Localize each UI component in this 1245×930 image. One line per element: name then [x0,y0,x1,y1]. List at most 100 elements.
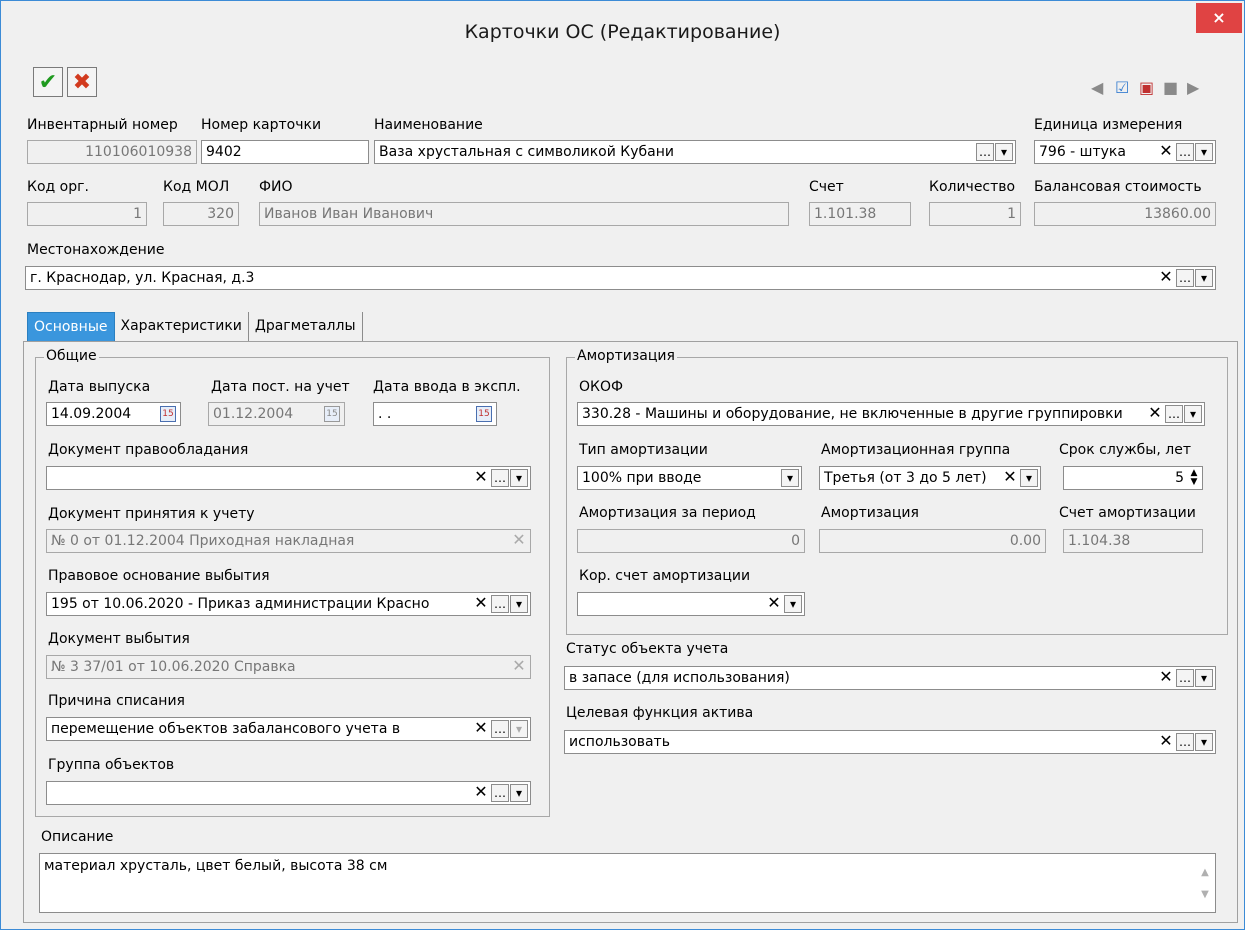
inv-label: Инвентарный номер [27,117,178,133]
quantity-field[interactable]: 1 [929,202,1021,226]
dropdown-button[interactable]: ▾ [1020,469,1038,487]
calendar-icon[interactable]: 15 [476,406,492,422]
dropdown-button[interactable]: ▾ [1184,405,1202,423]
arrow-left-icon[interactable]: ◀ [1091,78,1103,97]
amort-type-select[interactable]: 100% при вводе ▾ [577,466,802,490]
clear-icon[interactable]: ✕ [765,595,783,613]
dropdown-button[interactable]: ▾ [1195,733,1213,751]
status-value: в запасе (для использования) [569,670,790,686]
ellipsis-button[interactable]: … [1176,143,1194,161]
unit-field[interactable]: 796 - штука ✕… ▾ [1034,140,1216,164]
tab-precious-metals[interactable]: Драгметаллы [248,312,363,342]
org-code-field[interactable]: 1 [27,202,147,226]
name-value: Ваза хрустальная с символикой Кубани [379,144,674,160]
mol-code-field[interactable]: 320 [163,202,239,226]
stack-icon[interactable]: ■ [1163,78,1178,97]
release-date-field[interactable]: 14.09.2004 15 [46,402,181,426]
registered-date-field[interactable]: 01.12.2004 15 [208,402,345,426]
clear-icon[interactable]: ✕ [1146,405,1164,423]
clear-icon[interactable]: ✕ [1157,143,1175,161]
unit-label: Единица измерения [1034,117,1183,133]
service-life-stepper[interactable]: 5 ▲ ▼ [1063,466,1203,490]
status-label: Статус объекта учета [566,641,729,657]
registered-date-value: 01.12.2004 [213,406,294,422]
accept-doc-field[interactable]: № 0 от 01.12.2004 Приходная накладная ✕ [46,529,531,553]
description-label: Описание [41,829,114,845]
cancel-button[interactable]: ✖ [67,67,97,97]
clear-icon[interactable]: ✕ [472,784,490,802]
account-field[interactable]: 1.101.38 [809,202,911,226]
mol-code-label: Код МОЛ [163,179,230,195]
legal-basis-field[interactable]: 195 от 10.06.2020 - Приказ администрации… [46,592,531,616]
description-textarea[interactable]: материал хрусталь, цвет белый, высота 38… [39,853,1216,913]
dropdown-button[interactable]: ▾ [784,595,802,613]
dropdown-button[interactable]: ▾ [510,469,528,487]
clear-icon[interactable]: ✕ [1001,469,1019,487]
name-field[interactable]: Ваза хрустальная с символикой Кубани … ▾ [374,140,1016,164]
clear-icon[interactable]: ✕ [472,469,490,487]
amortization-group-title: Амортизация [575,348,677,364]
dropdown-button[interactable]: ▾ [1195,143,1213,161]
calendar-icon: 15 [324,406,340,422]
object-group-field[interactable]: ✕… ▾ [46,781,531,805]
check-doc-icon[interactable]: ☑ [1115,78,1129,97]
tab-main[interactable]: Основные [27,312,115,342]
ownership-doc-label: Документ правообладания [48,442,249,458]
target-function-label: Целевая функция актива [566,705,754,721]
ellipsis-button[interactable]: … [976,143,994,161]
service-life-value: 5 [1175,470,1184,486]
location-field[interactable]: г. Краснодар, ул. Красная, д.3 ✕… ▾ [25,266,1216,290]
calendar-icon[interactable]: 15 [160,406,176,422]
amort-account-field[interactable]: 1.104.38 [1063,529,1203,553]
dropdown-button[interactable]: ▾ [510,595,528,613]
amort-type-value: 100% при вводе [582,470,702,486]
clear-icon[interactable]: ✕ [472,595,490,613]
card-number-field[interactable]: 9402 [201,140,369,164]
writeoff-reason-field[interactable]: перемещение объектов забалансового учета… [46,717,531,741]
cancel-doc-icon[interactable]: ▣ [1139,78,1154,97]
disposal-doc-field[interactable]: № 3 37/01 от 10.06.2020 Справка ✕ [46,655,531,679]
arrow-right-icon[interactable]: ▶ [1187,78,1199,97]
spin-arrows-icon[interactable]: ▲ ▼ [1188,469,1200,487]
ellipsis-button[interactable]: … [491,595,509,613]
commission-date-field[interactable]: . . 15 [373,402,497,426]
ellipsis-button[interactable]: … [1176,669,1194,687]
clear-icon[interactable]: ✕ [1157,269,1175,287]
ellipsis-button[interactable]: … [1176,269,1194,287]
dropdown-button[interactable]: ▾ [510,784,528,802]
tab-characteristics[interactable]: Характеристики [114,312,249,342]
scrollbar[interactable]: ▲ ▼ [1199,862,1211,906]
card-window: Карточки ОС (Редактирование) × ✔ ✖ ◀ ☑ ▣… [0,0,1245,930]
dropdown-button[interactable]: ▾ [781,469,799,487]
clear-icon[interactable]: ✕ [1157,733,1175,751]
legal-basis-label: Правовое основание выбытия [48,568,270,584]
dropdown-button[interactable]: ▾ [1195,669,1213,687]
okof-label: ОКОФ [579,379,624,395]
quantity-label: Количество [929,179,1016,195]
okof-field[interactable]: 330.28 - Машины и оборудование, не включ… [577,402,1205,426]
ellipsis-button[interactable]: … [1165,405,1183,423]
amort-type-label: Тип амортизации [579,442,708,458]
clear-icon[interactable]: ✕ [472,720,490,738]
dropdown-button[interactable]: ▾ [1195,269,1213,287]
balance-field[interactable]: 13860.00 [1034,202,1216,226]
dropdown-button[interactable]: ▾ [995,143,1013,161]
target-function-field[interactable]: использовать ✕… ▾ [564,730,1216,754]
org-code-label: Код орг. [27,179,89,195]
location-value: г. Краснодар, ул. Красная, д.3 [30,270,255,286]
ellipsis-button[interactable]: … [491,784,509,802]
ownership-doc-field[interactable]: ✕… ▾ [46,466,531,490]
ok-button[interactable]: ✔ [33,67,63,97]
ellipsis-button[interactable]: … [491,469,509,487]
ellipsis-button[interactable]: … [1176,733,1194,751]
fio-field[interactable]: Иванов Иван Иванович [259,202,789,226]
amort-group-field[interactable]: Третья (от 3 до 5 лет) ✕ ▾ [819,466,1041,490]
inv-field[interactable]: 110106010938 [27,140,197,164]
period-amort-field[interactable]: 0 [577,529,805,553]
ellipsis-button[interactable]: … [491,720,509,738]
status-field[interactable]: в запасе (для использования) ✕… ▾ [564,666,1216,690]
clear-icon[interactable]: ✕ [1157,669,1175,687]
corr-account-field[interactable]: ✕ ▾ [577,592,805,616]
close-button[interactable]: × [1196,3,1242,33]
amortization-field[interactable]: 0.00 [819,529,1046,553]
